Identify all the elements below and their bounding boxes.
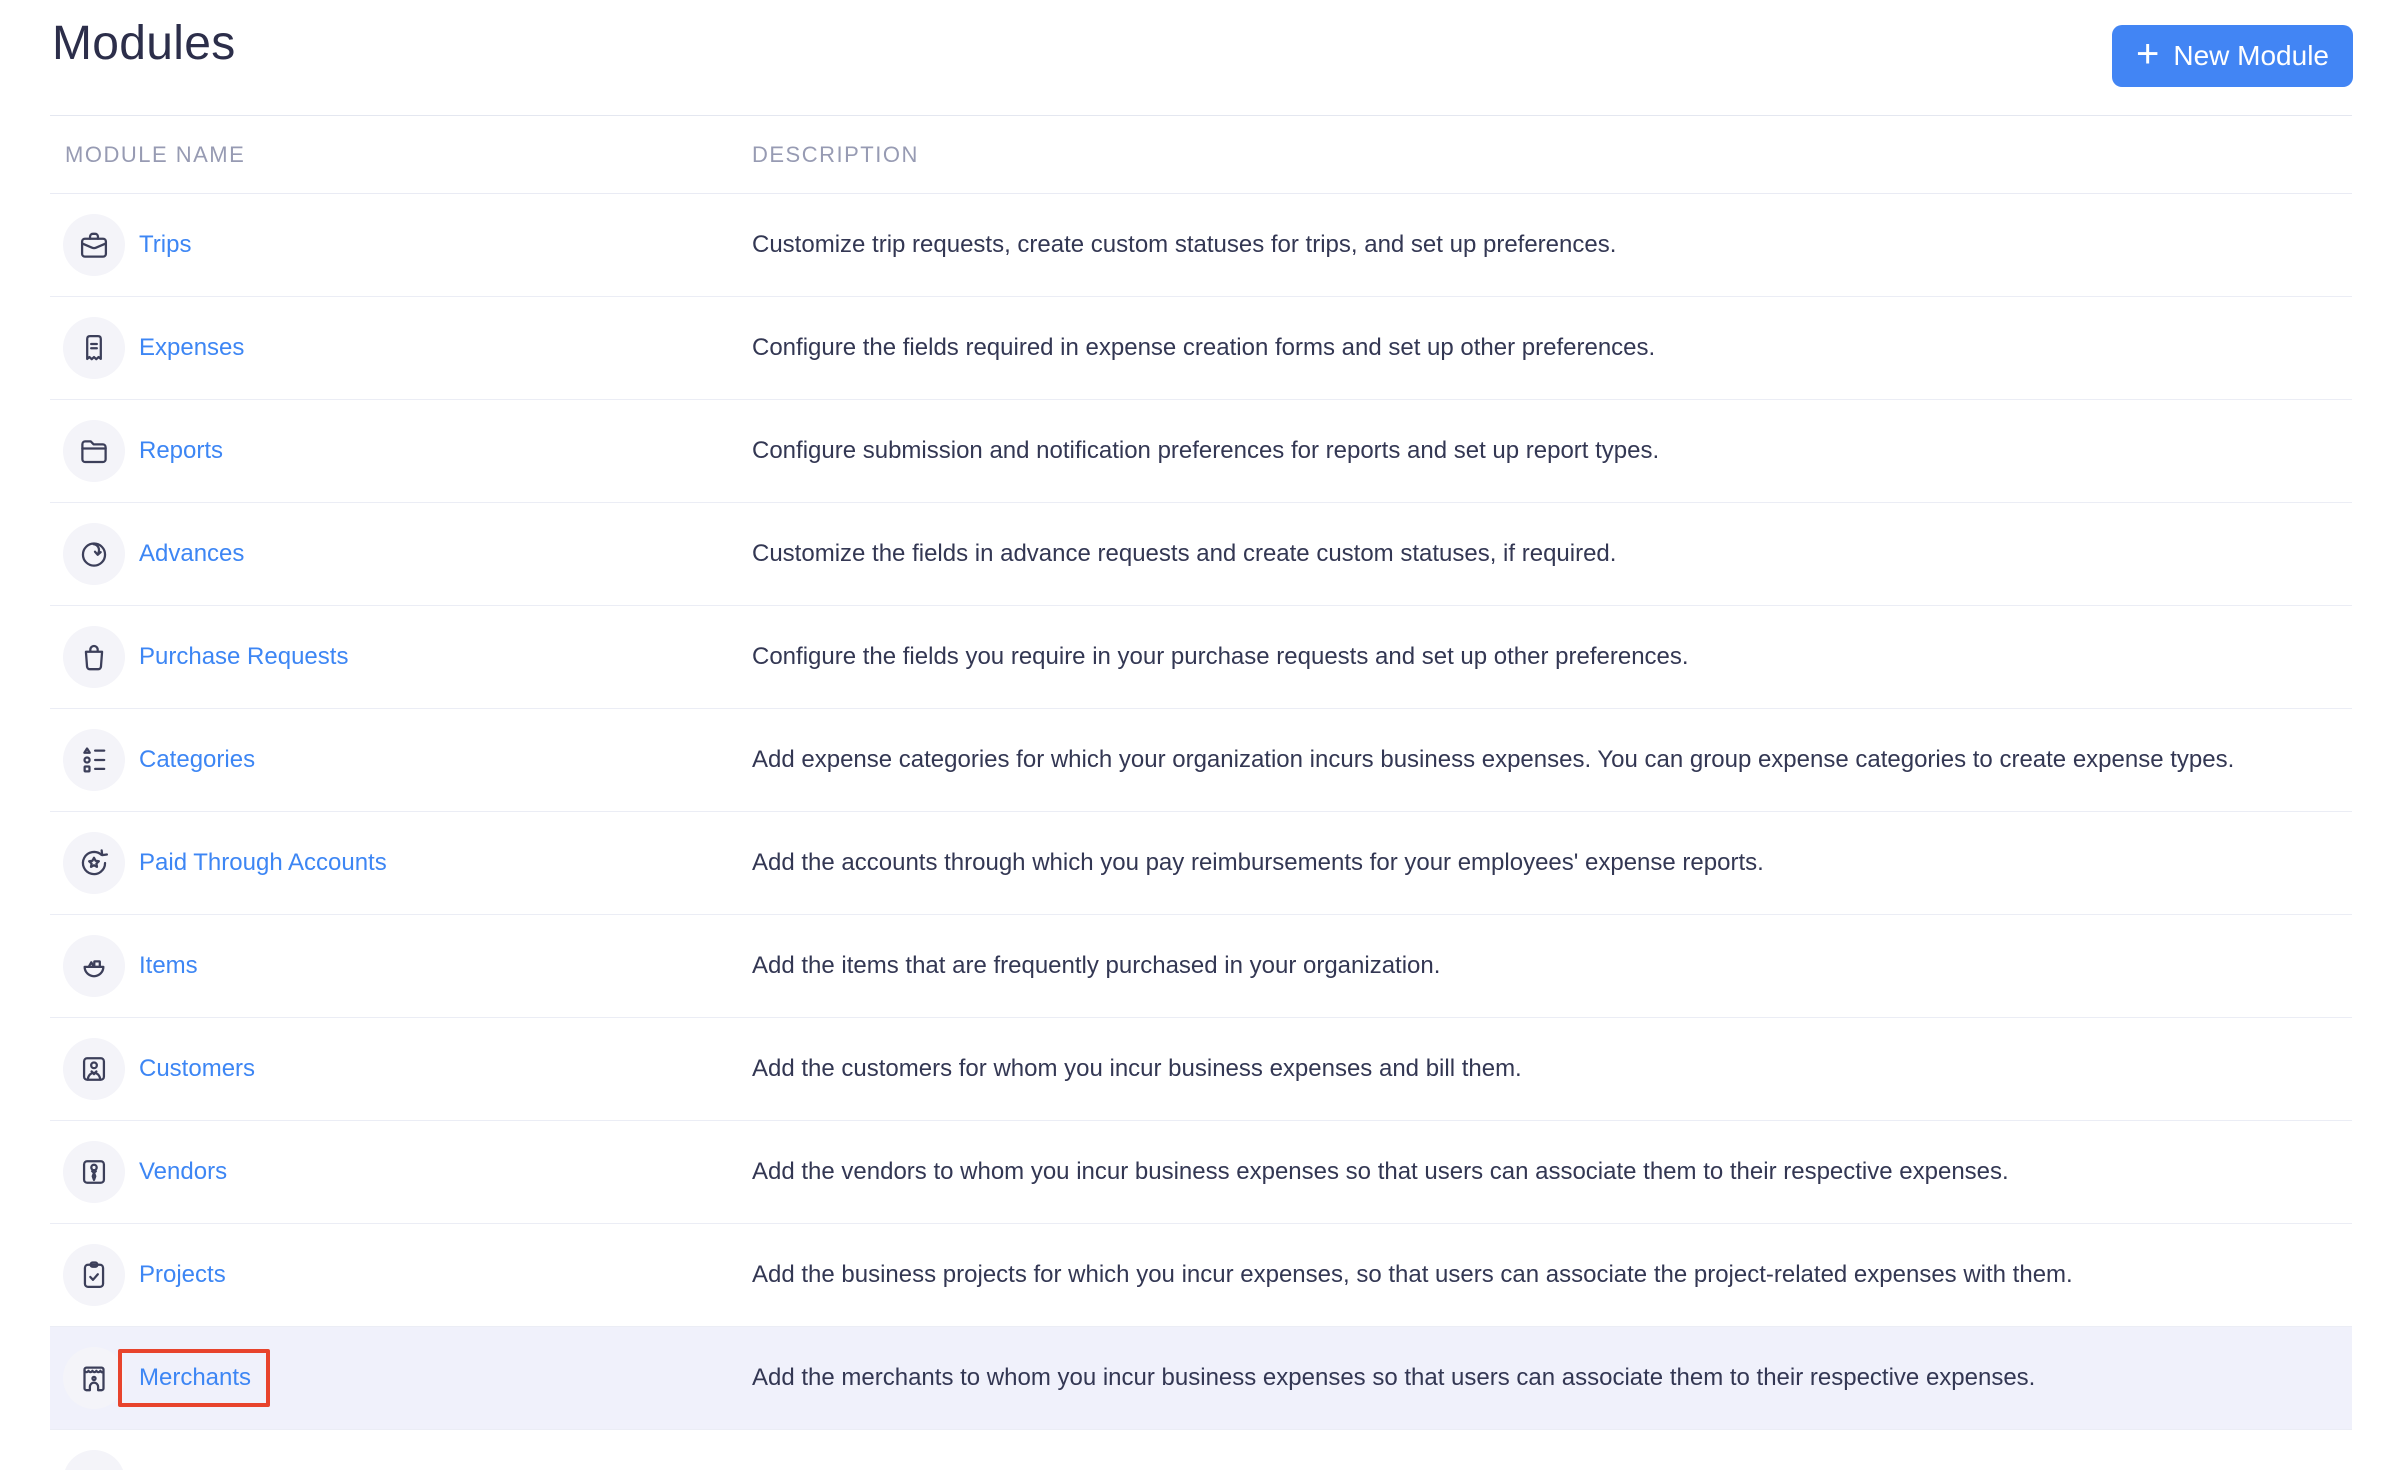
module-description: Configure the fields required in expense… bbox=[752, 312, 2352, 384]
briefcase-icon bbox=[63, 214, 125, 276]
modules-table: MODULE NAME DESCRIPTION Trips Customize … bbox=[50, 115, 2352, 1465]
table-row: Merchants Add the merchants to whom you … bbox=[50, 1327, 2352, 1430]
module-link-wrap: Trips bbox=[139, 231, 191, 259]
module-link-wrap: Customers bbox=[139, 1055, 255, 1083]
click-annotation-box: Merchants bbox=[118, 1349, 270, 1407]
customer-card-icon bbox=[63, 1038, 125, 1100]
module-description: Add the merchants to whom you incur busi… bbox=[752, 1342, 2352, 1414]
module-link[interactable]: Projects bbox=[139, 1261, 226, 1288]
module-name-cell: Reports bbox=[50, 420, 752, 482]
module-name-cell: Paid Through Accounts bbox=[50, 832, 752, 894]
module-name-cell: Items bbox=[50, 935, 752, 997]
vendor-card-icon bbox=[63, 1141, 125, 1203]
module-name-cell: Categories bbox=[50, 729, 752, 791]
table-body: Trips Customize trip requests, create cu… bbox=[50, 194, 2352, 1430]
table-row: Projects Add the business projects for w… bbox=[50, 1224, 2352, 1327]
module-name-cell: Projects bbox=[50, 1244, 752, 1306]
module-name-cell: Trips bbox=[50, 214, 752, 276]
module-link[interactable]: Categories bbox=[139, 746, 255, 773]
module-link-wrap: Paid Through Accounts bbox=[139, 849, 387, 877]
table-row: Purchase Requests Configure the fields y… bbox=[50, 606, 2352, 709]
table-row: Advances Customize the fields in advance… bbox=[50, 503, 2352, 606]
module-link[interactable]: Merchants bbox=[139, 1364, 251, 1391]
module-link-wrap: Expenses bbox=[139, 334, 244, 362]
module-link-wrap: Reports bbox=[139, 437, 223, 465]
module-name-cell: Customers bbox=[50, 1038, 752, 1100]
module-link[interactable]: Advances bbox=[139, 540, 244, 567]
clock-arrow-icon bbox=[63, 523, 125, 585]
module-name-cell: Advances bbox=[50, 523, 752, 585]
table-header-row: MODULE NAME DESCRIPTION bbox=[50, 116, 2352, 194]
page-header: Modules + New Module bbox=[0, 0, 2390, 115]
new-module-button[interactable]: + New Module bbox=[2112, 25, 2353, 87]
storefront-icon bbox=[63, 1347, 125, 1409]
table-row-partial bbox=[50, 1430, 2352, 1465]
module-link[interactable]: Customers bbox=[139, 1055, 255, 1082]
module-name-cell: Expenses bbox=[50, 317, 752, 379]
module-link-wrap: Vendors bbox=[139, 1158, 227, 1186]
table-row: Reports Configure submission and notific… bbox=[50, 400, 2352, 503]
module-link-wrap: Items bbox=[139, 952, 198, 980]
new-module-button-label: New Module bbox=[2173, 40, 2329, 72]
table-row: Vendors Add the vendors to whom you incu… bbox=[50, 1121, 2352, 1224]
table-row: Trips Customize trip requests, create cu… bbox=[50, 194, 2352, 297]
module-link[interactable]: Trips bbox=[139, 231, 191, 258]
module-description: Add the items that are frequently purcha… bbox=[752, 930, 2352, 1002]
module-description: Add the customers for whom you incur bus… bbox=[752, 1033, 2352, 1105]
module-link-wrap: Categories bbox=[139, 746, 255, 774]
basket-icon bbox=[63, 935, 125, 997]
folder-icon bbox=[63, 420, 125, 482]
module-description: Add the accounts through which you pay r… bbox=[752, 827, 2352, 899]
module-description: Add the vendors to whom you incur busine… bbox=[752, 1136, 2352, 1208]
module-link[interactable]: Paid Through Accounts bbox=[139, 849, 387, 876]
table-row: Expenses Configure the fields required i… bbox=[50, 297, 2352, 400]
module-link-wrap: Advances bbox=[139, 540, 244, 568]
module-link[interactable]: Expenses bbox=[139, 334, 244, 361]
refresh-star-icon bbox=[63, 832, 125, 894]
shopping-bag-icon bbox=[63, 626, 125, 688]
module-icon-circle bbox=[63, 1450, 125, 1470]
module-description: Customize trip requests, create custom s… bbox=[752, 209, 2352, 281]
modules-settings-page: Modules + New Module MODULE NAME DESCRIP… bbox=[0, 0, 2390, 1470]
table-row: Items Add the items that are frequently … bbox=[50, 915, 2352, 1018]
plus-icon: + bbox=[2136, 34, 2159, 74]
header-module-name: MODULE NAME bbox=[50, 142, 752, 168]
table-row: Paid Through Accounts Add the accounts t… bbox=[50, 812, 2352, 915]
module-name-cell: Vendors bbox=[50, 1141, 752, 1203]
module-link-wrap: Projects bbox=[139, 1261, 226, 1289]
module-link[interactable]: Vendors bbox=[139, 1158, 227, 1185]
table-row: Categories Add expense categories for wh… bbox=[50, 709, 2352, 812]
category-list-icon bbox=[63, 729, 125, 791]
module-link[interactable]: Purchase Requests bbox=[139, 643, 348, 670]
module-name-cell: Merchants bbox=[50, 1347, 752, 1409]
module-description: Configure the fields you require in your… bbox=[752, 621, 2352, 693]
clipboard-check-icon bbox=[63, 1244, 125, 1306]
header-description: DESCRIPTION bbox=[752, 142, 2352, 168]
receipt-icon bbox=[63, 317, 125, 379]
table-row: Customers Add the customers for whom you… bbox=[50, 1018, 2352, 1121]
module-description: Add expense categories for which your or… bbox=[752, 724, 2352, 796]
module-description: Customize the fields in advance requests… bbox=[752, 518, 2352, 590]
module-link-wrap: Purchase Requests bbox=[139, 643, 348, 671]
module-link[interactable]: Items bbox=[139, 952, 198, 979]
page-title: Modules bbox=[52, 16, 236, 71]
module-name-cell: Purchase Requests bbox=[50, 626, 752, 688]
module-link[interactable]: Reports bbox=[139, 437, 223, 464]
module-description: Add the business projects for which you … bbox=[752, 1239, 2352, 1311]
module-description: Configure submission and notification pr… bbox=[752, 415, 2352, 487]
